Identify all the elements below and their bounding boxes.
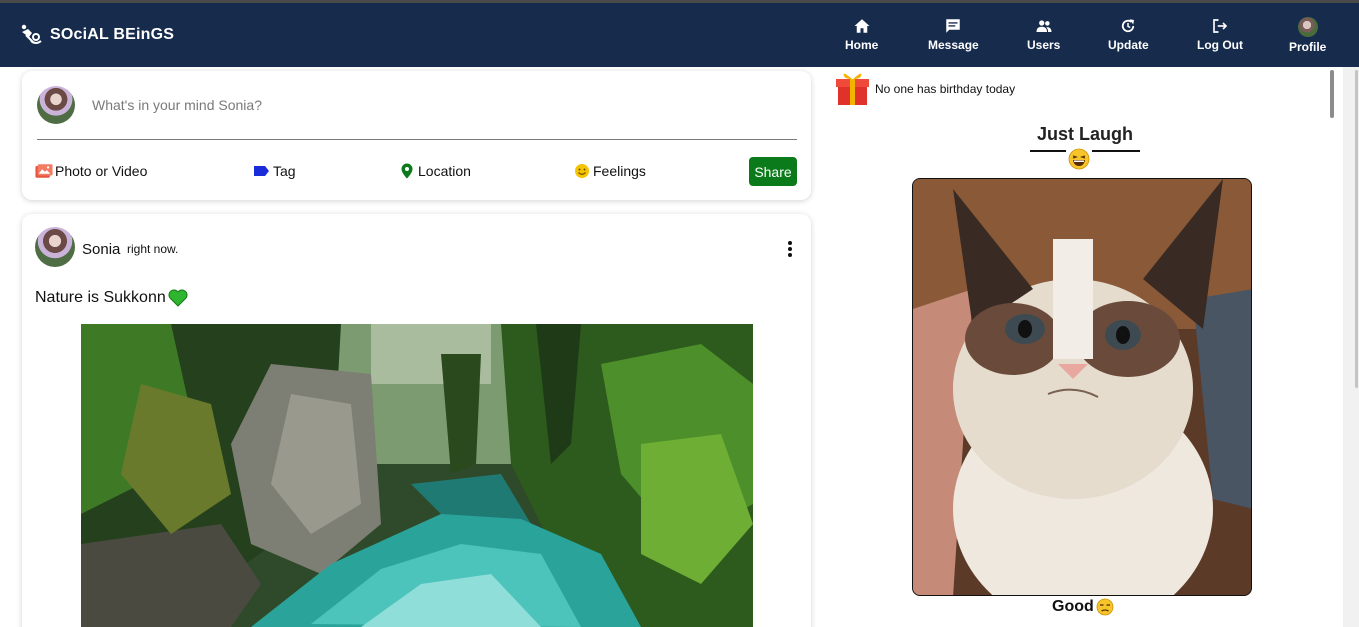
composer-input[interactable]: What's in your mind Sonia?: [92, 97, 262, 113]
action-location[interactable]: Location: [398, 163, 471, 179]
nav-profile-label: Profile: [1289, 40, 1327, 54]
composer-avatar: [37, 86, 75, 124]
title-underline-left: [1030, 150, 1066, 152]
share-button[interactable]: Share: [749, 157, 797, 186]
composer-divider: [37, 139, 797, 140]
navbar: SOciAL BEinGS Home Message Users Update …: [0, 3, 1359, 67]
action-feelings-label: Feelings: [593, 163, 646, 179]
meme-caption: Good: [1052, 598, 1094, 615]
smiley-icon: [575, 164, 589, 178]
post-composer: What's in your mind Sonia? Photo or Vide…: [22, 71, 811, 200]
nav-home[interactable]: Home: [845, 17, 878, 52]
unamused-face-icon: [1096, 598, 1114, 616]
nav-users-label: Users: [1027, 38, 1061, 52]
nav-message-label: Message: [928, 38, 979, 52]
tag-icon: [254, 166, 269, 176]
action-location-label: Location: [418, 163, 471, 179]
birthday-text: No one has birthday today: [875, 81, 1016, 96]
users-icon: [1036, 20, 1052, 32]
profile-avatar: [1297, 17, 1318, 37]
nav-update-label: Update: [1108, 38, 1149, 52]
post-image[interactable]: [81, 324, 753, 627]
brand-logo-icon: [21, 24, 42, 44]
nav-update[interactable]: Update: [1108, 17, 1149, 52]
nav-message[interactable]: Message: [928, 17, 979, 52]
post-author-avatar[interactable]: [35, 227, 75, 267]
post-timestamp: right now.: [127, 242, 179, 256]
nav-profile[interactable]: Profile: [1289, 17, 1326, 54]
home-icon: [854, 19, 870, 33]
message-icon: [946, 19, 961, 33]
gift-icon: [836, 73, 869, 105]
nav-logout[interactable]: Log Out: [1197, 17, 1243, 52]
green-heart-icon: [168, 289, 188, 307]
meme-image[interactable]: [912, 178, 1252, 596]
post-card: Sonia right now. Nature is Sukkonn: [22, 214, 811, 627]
just-laugh-title: Just Laugh: [1036, 124, 1133, 144]
sidebar-scrollbar[interactable]: [1330, 70, 1334, 118]
photo-icon: [35, 164, 53, 178]
action-photo-video[interactable]: Photo or Video: [35, 163, 147, 179]
brand-title: SOciAL BEinGS: [50, 26, 175, 43]
title-underline-right: [1092, 150, 1140, 152]
page-scrollbar-thumb[interactable]: [1355, 70, 1358, 388]
brand[interactable]: SOciAL BEinGS: [20, 23, 174, 47]
action-tag-label: Tag: [273, 163, 296, 179]
post-author[interactable]: Sonia: [82, 241, 120, 258]
action-photo-video-label: Photo or Video: [55, 163, 148, 179]
nav-users[interactable]: Users: [1027, 17, 1060, 52]
post-text-row: Nature is Sukkonn: [35, 289, 188, 307]
meme-caption-row: Good: [1052, 598, 1114, 616]
nav-logout-label: Log Out: [1197, 38, 1243, 52]
post-menu-icon[interactable]: [780, 238, 800, 260]
location-icon: [401, 163, 413, 179]
update-icon: [1122, 19, 1135, 33]
action-feelings[interactable]: Feelings: [573, 163, 646, 179]
nav-home-label: Home: [845, 38, 879, 52]
logout-icon: [1213, 19, 1228, 33]
action-tag[interactable]: Tag: [253, 163, 296, 179]
birthday-notice: No one has birthday today: [834, 70, 1015, 107]
laughing-face-icon: [1068, 148, 1090, 170]
post-text: Nature is Sukkonn: [35, 289, 166, 306]
